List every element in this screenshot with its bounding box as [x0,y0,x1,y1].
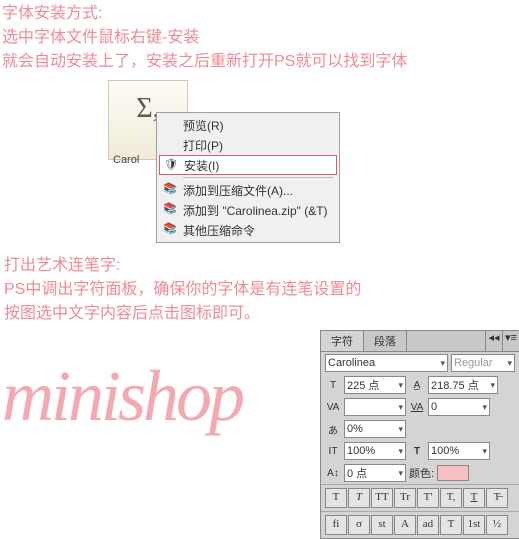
hscale-icon: T [409,446,425,457]
ot-btn[interactable]: T [463,488,485,508]
zip-icon: 📚 [163,182,177,196]
ot-btn[interactable]: TT [371,488,393,508]
style-buttons-row: T T TT Tr T' T, T T̶ [321,484,519,511]
ot-btn[interactable]: T [325,488,347,508]
ctx-add-carolinea-zip[interactable]: 📚 添加到 "Carolinea.zip" (&T) [159,200,337,220]
ot-ligature-btn[interactable]: fi [325,515,347,535]
tracking-input[interactable]: 0 [428,398,490,416]
install-instructions: 字体安装方式: 选中字体文件鼠标右键-安装 就会自动安装上了，安装之后重新打开P… [0,0,519,74]
kerning-icon: VA [325,402,341,413]
ot-btn[interactable]: T̶ [486,488,508,508]
font-size-input[interactable]: 225 点 [344,376,406,394]
vscale-input[interactable]: 100% [344,442,406,460]
leading-icon: A̲ [409,380,425,391]
baseline-icon: A↕ [325,468,341,479]
ctx-print[interactable]: 打印(P) [159,135,337,155]
kerning-input[interactable] [344,398,406,416]
ligature-instructions: 打出艺术连笔字: PS中调出字符面板，确保你的字体是有连笔设置的 按图选中文字内… [2,252,361,326]
ctx-preview[interactable]: 预览(R) [159,115,337,135]
ot-btn[interactable]: T, [440,488,462,508]
context-menu: 预览(R) 打印(P) 🛡 安装(I) 📚 添加到压缩文件(A)... 📚 添加… [156,112,340,243]
baseline-input[interactable]: 0 点 [344,464,406,482]
vscale-icon: IT [325,446,341,457]
size-icon: T [325,380,341,391]
ot-btn[interactable]: st [371,515,393,535]
header-line: 选中字体文件鼠标右键-安装 [2,26,519,50]
panel-menu-icon[interactable]: ▾≡ [502,331,519,351]
color-swatch[interactable] [437,465,469,481]
ot-btn[interactable]: Tr [394,488,416,508]
panel-tabs: 字符 段落 ◂◂ ▾≡ [321,331,519,352]
header-line: 就会自动安装上了，安装之后重新打开PS就可以找到字体 [2,50,519,74]
ot-btn[interactable]: ½ [486,515,508,535]
ot-btn[interactable]: σ [348,515,370,535]
ctx-other-zip[interactable]: 📚 其他压缩命令 [159,220,337,240]
tsume-input[interactable]: 0% [344,420,406,438]
font-style-select[interactable]: Regular [451,354,515,372]
tracking-icon: VA [409,402,425,413]
ot-btn[interactable]: ad [417,515,439,535]
ctx-install[interactable]: 🛡 安装(I) [159,155,337,175]
character-panel: 字符 段落 ◂◂ ▾≡ Carolinea Regular T 225 点 A̲… [320,330,519,539]
ot-btn[interactable]: T' [417,488,439,508]
hscale-input[interactable]: 100% [428,442,490,460]
leading-input[interactable]: 218.75 点 [428,376,498,394]
zip-icon: 📚 [163,222,177,236]
ot-btn[interactable]: T [348,488,370,508]
font-family-select[interactable]: Carolinea [325,354,448,372]
header-line: 打出艺术连笔字: [4,254,361,278]
ot-btn[interactable]: 1st [463,515,485,535]
separator [183,177,333,178]
header-line: 字体安装方式: [2,2,519,26]
watermark-text: minishop [2,355,242,438]
file-label: Carol [113,154,153,166]
zip-icon: 📚 [163,202,177,216]
ctx-add-to-zip[interactable]: 📚 添加到压缩文件(A)... [159,180,337,200]
opentype-row: fi σ st A ad T 1st ½ [321,511,519,538]
tab-character[interactable]: 字符 [321,331,364,351]
header-line: PS中调出字符面板，确保你的字体是有连笔设置的 [4,278,361,302]
panel-controls: ◂◂ ▾≡ [485,331,519,351]
tsume-icon: あ [325,422,341,437]
color-label: 颜色: [409,465,434,481]
collapse-icon[interactable]: ◂◂ [485,331,502,351]
shield-icon: 🛡 [164,158,178,172]
ot-btn[interactable]: T [440,515,462,535]
tab-paragraph[interactable]: 段落 [364,331,407,351]
ot-btn[interactable]: A [394,515,416,535]
header-line: 按图选中文字内容后点击图标即可。 [4,302,361,326]
